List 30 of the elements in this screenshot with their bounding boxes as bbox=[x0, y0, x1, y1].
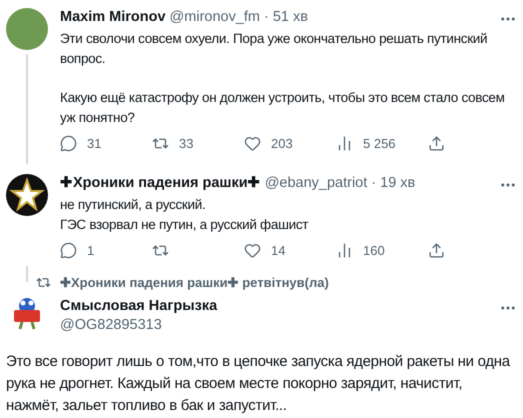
tweet-text: не путинский, а русский. ГЭС взорвал не путин, а русский фашист bbox=[60, 196, 310, 234]
tweet-text: Какую ещё катастрофу он должен устроить, чтобы это всем стало совсем уж понятно? bbox=[60, 89, 506, 127]
heart-icon[interactable] bbox=[244, 242, 261, 259]
author-name[interactable]: Maxim Mironov bbox=[60, 8, 166, 26]
share-icon[interactable] bbox=[428, 135, 445, 152]
action-count: 31 bbox=[87, 135, 102, 153]
bar-chart-icon[interactable] bbox=[336, 135, 353, 152]
action-count: 5 256 bbox=[363, 135, 396, 153]
tweet-time[interactable]: · 51 хв bbox=[264, 8, 308, 26]
action-count: 1 bbox=[87, 242, 94, 260]
star-avatar-icon bbox=[6, 174, 48, 216]
reply-icon[interactable] bbox=[60, 242, 77, 259]
avatar-photo-placeholder bbox=[6, 8, 48, 50]
tweet-text: Эти сволочи совсем охуели. Пора уже окончательно решать путинский вопрос. bbox=[60, 30, 488, 68]
author-handle[interactable]: @OG82895313 bbox=[60, 316, 499, 334]
heart-icon[interactable] bbox=[244, 135, 261, 152]
action-count: 203 bbox=[271, 135, 293, 153]
author-handle[interactable]: @mironov_fm bbox=[170, 8, 260, 26]
action-count: 33 bbox=[179, 135, 194, 153]
author-handle[interactable]: @ebany_patriot bbox=[264, 174, 368, 192]
action-count: 14 bbox=[271, 242, 286, 260]
bar-chart-icon[interactable] bbox=[336, 242, 353, 259]
author-name[interactable]: ✚Хроники падения рашки✚ bbox=[60, 174, 261, 192]
tweet-time[interactable]: · 19 хв bbox=[371, 174, 416, 192]
share-icon[interactable] bbox=[428, 242, 445, 259]
reply-icon[interactable] bbox=[60, 135, 77, 152]
retweeted-by-label[interactable]: ✚Хроники падения рашки✚ ретвітнув(ла) bbox=[60, 273, 329, 292]
action-count: 160 bbox=[363, 242, 385, 260]
author-name[interactable]: Смысловая Нагрызка bbox=[60, 296, 499, 316]
tweet-text: Это все говорит лишь о том,что в цепочке запуска ядерной ракеты ни одна рука не дрогнет. Каждый на своем месте покорно зарядит, начистит, нажмёт, зальет топливо в бак и запустит... bbox=[6, 352, 512, 416]
